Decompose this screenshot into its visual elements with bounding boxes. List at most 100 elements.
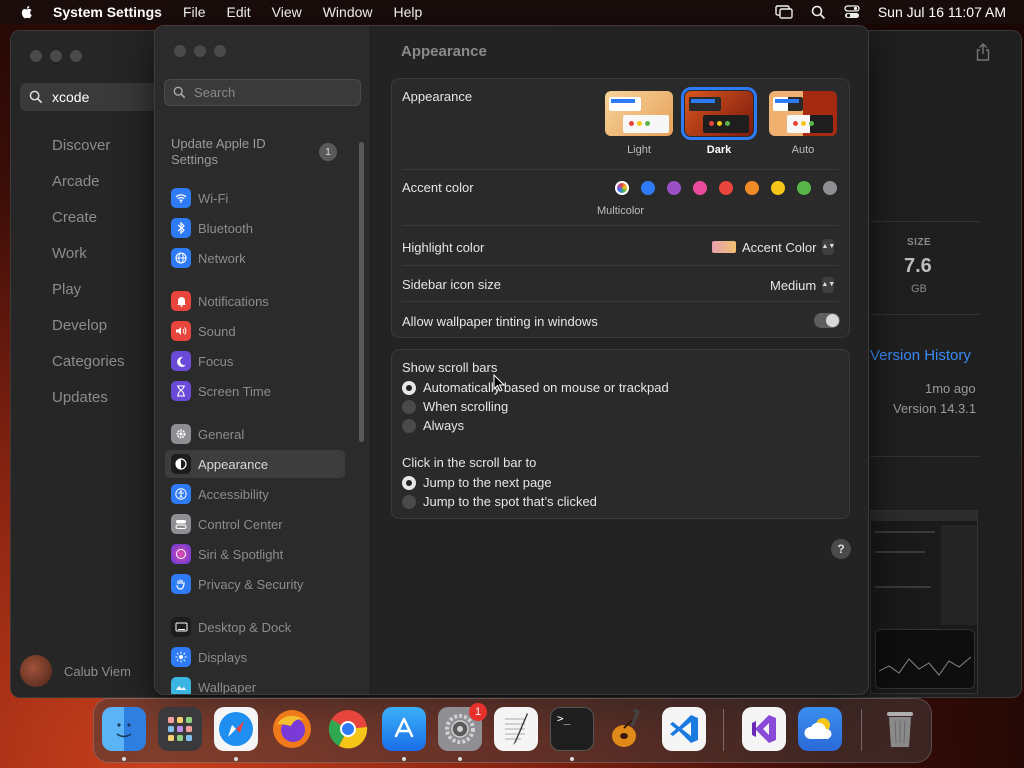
sidebar-icon-size-popup[interactable]: Medium ▲▼	[770, 277, 835, 293]
chrome-icon[interactable]	[326, 707, 370, 751]
sidebar-item-siri[interactable]: Siri & Spotlight	[165, 540, 345, 568]
sidebar-item-appearance[interactable]: Appearance	[165, 450, 345, 478]
scrollbar-scrolling-radio[interactable]: When scrolling	[402, 399, 508, 414]
accessibility-icon	[171, 484, 191, 504]
menu-app-name[interactable]: System Settings	[53, 4, 162, 20]
app-store-nav-discover[interactable]: Discover	[52, 137, 110, 154]
settings-traffic-lights[interactable]	[174, 45, 226, 57]
app-store-traffic-lights[interactable]	[30, 50, 82, 62]
update-apple-id-link[interactable]: Update Apple ID Settings	[171, 136, 281, 168]
app-screenshot-thumbnail[interactable]	[870, 510, 978, 694]
sidebar-item-desktop-dock[interactable]: Desktop & Dock	[165, 613, 345, 641]
menu-clock[interactable]: Sun Jul 16 11:07 AM	[878, 4, 1006, 20]
sidebar-item-bluetooth[interactable]: Bluetooth	[165, 214, 345, 242]
accent-purple[interactable]	[667, 181, 681, 195]
sidebar-item-screen-time[interactable]: Screen Time	[165, 377, 345, 405]
click-spot-radio[interactable]: Jump to the spot that’s clicked	[402, 494, 597, 509]
sidebar-item-wallpaper[interactable]: Wallpaper	[165, 673, 345, 694]
accent-orange[interactable]	[745, 181, 759, 195]
auto-mode-thumbnail[interactable]	[769, 91, 837, 136]
share-icon[interactable]	[976, 43, 990, 61]
sidebar-scrollbar[interactable]	[359, 142, 364, 442]
terminal-icon[interactable]: >_	[550, 707, 594, 751]
menu-file[interactable]: File	[183, 4, 206, 20]
app-store-nav-work[interactable]: Work	[52, 245, 87, 262]
gear-icon	[171, 424, 191, 444]
sidebar-item-notifications[interactable]: Notifications	[165, 287, 345, 315]
running-indicator	[570, 757, 574, 761]
version-history-link[interactable]: Version History	[870, 347, 971, 364]
click-next-page-radio[interactable]: Jump to the next page	[402, 475, 552, 490]
firefox-icon[interactable]	[270, 707, 314, 751]
app-store-icon[interactable]	[382, 707, 426, 751]
textedit-icon[interactable]	[494, 707, 538, 751]
divider	[402, 225, 839, 226]
trash-icon[interactable]	[878, 707, 922, 751]
garageband-icon[interactable]	[606, 707, 650, 751]
screen-mirroring-icon[interactable]	[775, 5, 793, 19]
app-store-nav-create[interactable]: Create	[52, 209, 97, 226]
settings-search-placeholder: Search	[194, 85, 236, 100]
sidebar-item-accessibility[interactable]: Accessibility	[165, 480, 345, 508]
sidebar-item-general[interactable]: General	[165, 420, 345, 448]
app-store-nav-updates[interactable]: Updates	[52, 389, 108, 406]
accent-pink[interactable]	[693, 181, 707, 195]
moon-icon	[171, 351, 191, 371]
dark-mode-thumbnail[interactable]	[681, 87, 757, 140]
settings-search-field[interactable]: Search	[164, 79, 361, 106]
divider	[870, 221, 980, 222]
accent-yellow[interactable]	[771, 181, 785, 195]
apple-menu-icon[interactable]	[19, 4, 35, 20]
sidebar-item-network[interactable]: Network	[165, 244, 345, 272]
sidebar-item-label: Network	[198, 250, 246, 266]
divider	[870, 314, 980, 315]
sidebar-item-displays[interactable]: Displays	[165, 643, 345, 671]
wallpaper-icon	[171, 677, 191, 694]
sidebar-item-label: Sound	[198, 323, 236, 339]
light-mode-thumbnail[interactable]	[605, 91, 673, 136]
sidebar-item-wifi[interactable]: Wi-Fi	[165, 184, 345, 212]
menu-help[interactable]: Help	[394, 4, 423, 20]
spotlight-search-icon[interactable]	[811, 5, 826, 20]
page-title: Appearance	[401, 43, 487, 60]
app-store-search-field[interactable]: xcode	[20, 83, 160, 111]
visual-studio-icon[interactable]	[742, 707, 786, 751]
weather-icon[interactable]	[798, 707, 842, 751]
vscode-icon[interactable]	[662, 707, 706, 751]
app-store-nav-develop[interactable]: Develop	[52, 317, 107, 334]
app-store-nav-play[interactable]: Play	[52, 281, 81, 298]
app-store-account[interactable]: Calub Viem	[20, 655, 131, 687]
sidebar-icon-size-label: Sidebar icon size	[402, 277, 501, 292]
menu-edit[interactable]: Edit	[227, 4, 251, 20]
menu-window[interactable]: Window	[323, 4, 373, 20]
sidebar-item-sound[interactable]: Sound	[165, 317, 345, 345]
siri-icon	[171, 544, 191, 564]
launchpad-icon[interactable]	[158, 707, 202, 751]
accent-red[interactable]	[719, 181, 733, 195]
sidebar-item-focus[interactable]: Focus	[165, 347, 345, 375]
accent-green[interactable]	[797, 181, 811, 195]
bell-icon	[171, 291, 191, 311]
size-label: SIZE	[907, 237, 932, 248]
sidebar-item-privacy[interactable]: Privacy & Security	[165, 570, 345, 598]
accent-blue[interactable]	[641, 181, 655, 195]
scrollbar-always-radio[interactable]: Always	[402, 418, 464, 433]
finder-icon[interactable]	[102, 707, 146, 751]
sidebar-item-label: Wi-Fi	[198, 190, 229, 206]
control-center-icon[interactable]	[844, 5, 860, 19]
accent-multicolor[interactable]	[615, 181, 629, 195]
sidebar-item-label: Privacy & Security	[198, 576, 304, 592]
highlight-color-label: Highlight color	[402, 240, 485, 255]
accent-graphite[interactable]	[823, 181, 837, 195]
highlight-color-popup[interactable]: Accent Color ▲▼	[712, 239, 835, 255]
app-store-nav-categories[interactable]: Categories	[52, 353, 125, 370]
help-button[interactable]: ?	[831, 539, 851, 559]
menu-view[interactable]: View	[272, 4, 302, 20]
sidebar-item-control-center[interactable]: Control Center	[165, 510, 345, 538]
app-store-nav-arcade[interactable]: Arcade	[52, 173, 100, 190]
size-unit: GB	[911, 283, 927, 295]
scrollbar-auto-radio[interactable]: Automatically based on mouse or trackpad	[402, 380, 669, 395]
dock: >_	[93, 698, 932, 763]
safari-icon[interactable]	[214, 707, 258, 751]
wallpaper-tinting-toggle[interactable]	[814, 313, 840, 328]
